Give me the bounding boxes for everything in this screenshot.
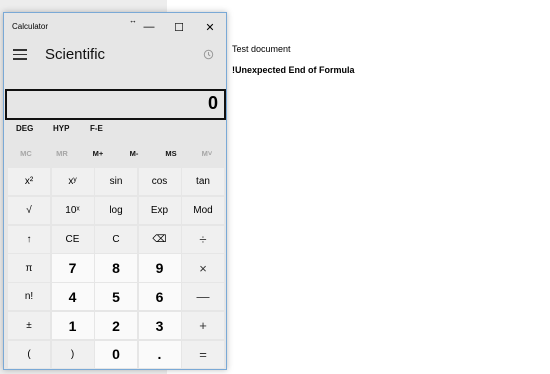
minimize-button[interactable]: — [135, 17, 163, 37]
maximize-icon: ☐ [174, 21, 184, 34]
digit-7-button[interactable]: 7 [51, 254, 94, 282]
negate-button[interactable]: ± [8, 311, 50, 340]
log-button[interactable]: log [95, 196, 137, 225]
add-button[interactable]: + [182, 311, 224, 340]
display-value: 0 [207, 93, 218, 113]
digit-8-button[interactable]: 8 [95, 254, 137, 282]
clear-entry-button[interactable]: CE [51, 225, 94, 253]
equals-button[interactable]: = [182, 340, 224, 369]
close-button[interactable]: ✕ [196, 17, 224, 37]
x-squared-button[interactable]: x² [8, 168, 50, 196]
keypad: x² xʸ sin cos tan √ 10ˣ log Exp Mod ↑ CE C ⌫ ÷ π 7 8 9 × n! 4… [8, 168, 224, 369]
angle-unit-button[interactable]: DEG [16, 124, 33, 133]
menu-icon[interactable] [13, 49, 27, 61]
maximize-button[interactable]: ☐ [165, 17, 193, 37]
backspace-button[interactable]: ⌫ [138, 225, 181, 253]
open-paren-button[interactable]: ( [8, 340, 50, 369]
angle-mode-row: DEG HYP F-E [4, 124, 226, 138]
history-icon-graphic [203, 49, 214, 60]
history-icon[interactable] [203, 49, 214, 63]
title-bar[interactable]: Calculator ↔ — ☐ ✕ [4, 13, 226, 41]
multiply-button[interactable]: × [182, 254, 224, 282]
hyperbolic-button[interactable]: HYP [53, 124, 69, 133]
cos-button[interactable]: cos [138, 168, 181, 196]
app-title: Calculator [12, 22, 49, 31]
sin-button[interactable]: sin [95, 168, 137, 196]
ten-power-x-button[interactable]: 10ˣ [51, 196, 94, 225]
close-icon: ✕ [205, 21, 215, 34]
digit-0-button[interactable]: 0 [95, 340, 137, 369]
digit-3-button[interactable]: 3 [138, 311, 181, 340]
formula-error-text: !Unexpected End of Formula [232, 65, 355, 75]
subtract-button[interactable]: — [182, 283, 224, 311]
result-display[interactable]: 0 [5, 89, 226, 120]
shift-button[interactable]: ↑ [8, 225, 50, 253]
decimal-button[interactable]: . [138, 340, 181, 369]
x-power-y-button[interactable]: xʸ [51, 168, 94, 196]
divide-button[interactable]: ÷ [182, 225, 224, 253]
exp-button[interactable]: Exp [138, 196, 181, 225]
document-body: Test document !Unexpected End of Formula [232, 44, 542, 76]
clear-button[interactable]: C [95, 225, 137, 253]
digit-5-button[interactable]: 5 [95, 283, 137, 311]
minimize-icon: — [143, 21, 155, 33]
mode-title: Scientific [45, 46, 106, 63]
digit-4-button[interactable]: 4 [51, 283, 94, 311]
fixed-exponent-button[interactable]: F-E [90, 124, 103, 133]
digit-6-button[interactable]: 6 [138, 283, 181, 311]
tan-button[interactable]: tan [182, 168, 224, 196]
pi-button[interactable]: π [8, 254, 50, 282]
digit-9-button[interactable]: 9 [138, 254, 181, 282]
mod-button[interactable]: Mod [182, 196, 224, 225]
square-root-button[interactable]: √ [8, 196, 50, 225]
digit-1-button[interactable]: 1 [51, 311, 94, 340]
calculator-window: Calculator ↔ — ☐ ✕ Scientific 0 DEG HYP … [3, 12, 227, 370]
digit-2-button[interactable]: 2 [95, 311, 137, 340]
document-title: Test document [232, 44, 291, 54]
factorial-button[interactable]: n! [8, 283, 50, 311]
memory-button-5: M˅ [201, 149, 213, 158]
close-paren-button[interactable]: ) [51, 340, 94, 369]
memory-row: MC MR M+ M- MS M˅ [4, 149, 226, 163]
